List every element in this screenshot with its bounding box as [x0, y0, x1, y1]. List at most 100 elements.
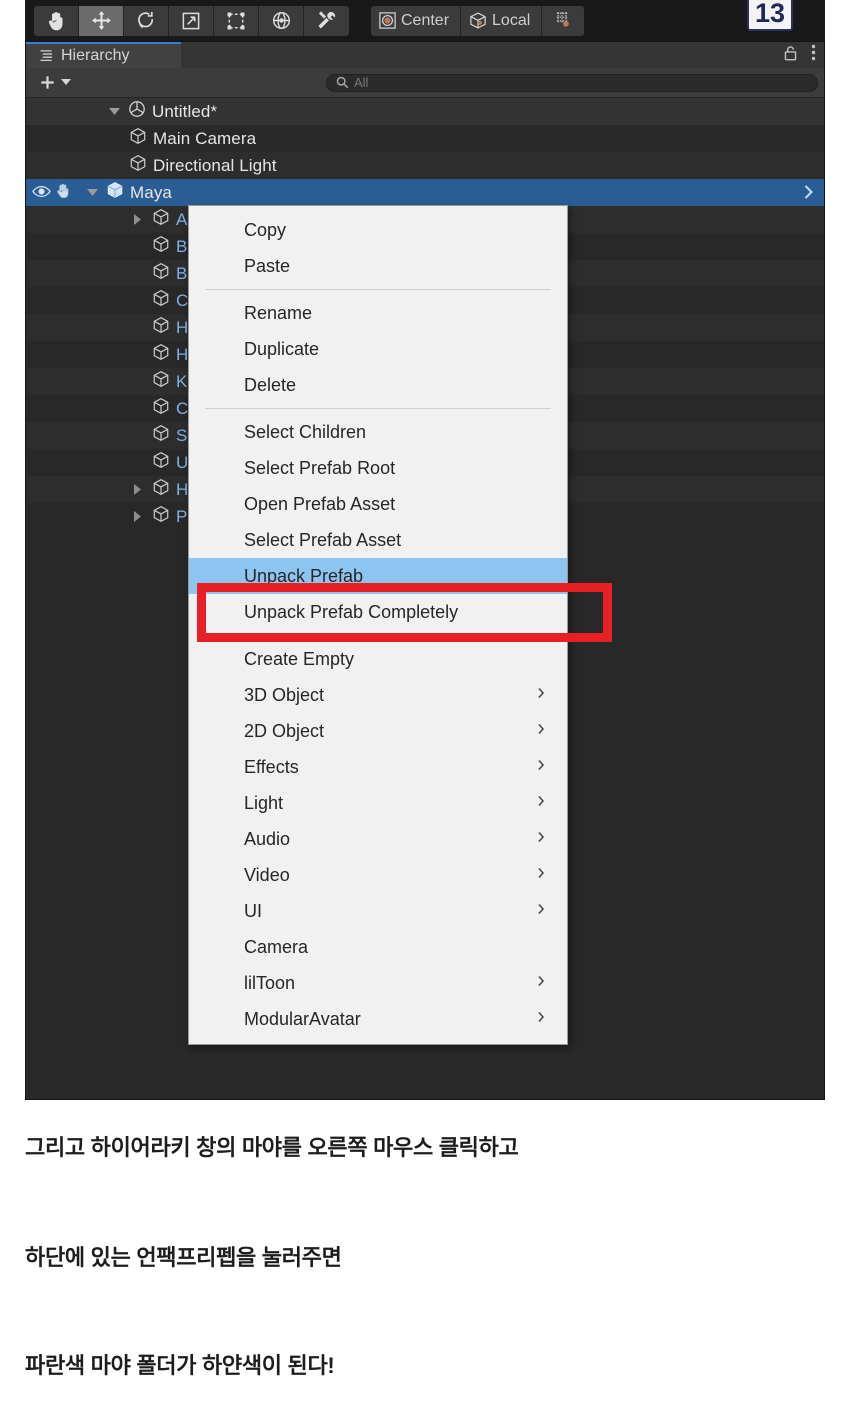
expand-triangle[interactable] [130, 511, 146, 522]
gameobject-icon [152, 343, 170, 366]
menu-item-label: Create Empty [244, 648, 355, 669]
caption-line-2: 하단에 있는 언팩프리펩을 눌러주면 [25, 1245, 342, 1270]
tab-hierarchy-label: Hierarchy [61, 47, 130, 64]
gameobject-icon [152, 424, 170, 447]
menu-item-create-empty[interactable]: Create Empty [189, 641, 567, 677]
menu-separator [205, 408, 551, 409]
transform-tool-button[interactable] [259, 5, 304, 36]
submenu-chevron-icon [537, 1010, 545, 1028]
menu-item-delete[interactable]: Delete [189, 367, 567, 403]
hierarchy-row-label: K [176, 371, 188, 391]
menu-item-label: Open Prefab Asset [244, 493, 396, 514]
rotate-tool-button[interactable] [124, 5, 169, 36]
hierarchy-row-label: P [176, 506, 188, 526]
menu-separator [205, 289, 551, 290]
menu-item-label: ModularAvatar [244, 1008, 361, 1029]
scale-tool-button[interactable] [169, 5, 214, 36]
menu-item-select-prefab-root[interactable]: Select Prefab Root [189, 450, 567, 486]
add-gameobject-button[interactable] [32, 73, 77, 92]
hierarchy-row-main-camera[interactable]: Main Camera [26, 125, 824, 152]
hierarchy-row-label: A [176, 209, 188, 229]
submenu-chevron-icon [537, 758, 545, 776]
hierarchy-row-label: H [176, 317, 189, 337]
menu-item-label: lilToon [244, 972, 296, 993]
hierarchy-row-maya[interactable]: Maya [26, 179, 824, 206]
hierarchy-row-label: B [176, 263, 188, 283]
gameobject-icon [152, 370, 170, 393]
move-tool-button[interactable] [79, 5, 124, 36]
menu-item-label: Select Prefab Asset [244, 529, 402, 550]
menu-item-unpack-prefab-completely[interactable]: Unpack Prefab Completely [189, 594, 567, 630]
tab-hierarchy[interactable]: Hierarchy [26, 42, 181, 68]
menu-item-label: Effects [244, 756, 299, 777]
submenu-chevron-icon [537, 974, 545, 992]
row-chevron-right-icon[interactable] [802, 184, 815, 205]
menu-item-label: UI [244, 900, 262, 921]
menu-item-select-children[interactable]: Select Children [189, 414, 567, 450]
caption-line-1: 그리고 하이어라키 창의 마야를 오른쪽 마우스 클릭하고 [25, 1135, 519, 1160]
handle-space-button[interactable]: Local [461, 5, 543, 36]
hierarchy-row-directional-light[interactable]: Directional Light [26, 152, 824, 179]
submenu-chevron-icon [537, 866, 545, 884]
menu-item-label: Select Children [244, 421, 367, 442]
menu-item-open-prefab-asset[interactable]: Open Prefab Asset [189, 486, 567, 522]
search-input[interactable]: All [326, 73, 818, 92]
expand-triangle[interactable] [130, 484, 146, 495]
scene-row[interactable]: Untitled* [26, 98, 824, 125]
menu-item-2d-object[interactable]: 2D Object [189, 713, 567, 749]
pivot-space-group: Center Local [371, 5, 585, 36]
scene-icon [128, 100, 146, 123]
rect-tool-button[interactable] [214, 5, 259, 36]
pivot-mode-button[interactable]: Center [371, 5, 462, 36]
menu-item-label: Delete [244, 374, 297, 395]
menu-item-label: Unpack Prefab [244, 565, 364, 586]
caption-line-3: 파란색 마야 폴더가 하얀색이 된다! [25, 1353, 335, 1378]
hierarchy-toolbar: All [26, 68, 824, 98]
menu-item-effects[interactable]: Effects [189, 749, 567, 785]
menu-item-modularavatar[interactable]: ModularAvatar [189, 1001, 567, 1037]
hierarchy-row-label: C [176, 398, 189, 418]
gameobject-icon [152, 208, 170, 231]
gameobject-icon [152, 262, 170, 285]
submenu-chevron-icon [537, 902, 545, 920]
menu-item-select-prefab-asset[interactable]: Select Prefab Asset [189, 522, 567, 558]
grid-snap-button[interactable] [542, 5, 585, 36]
panel-tab-row: Hierarchy [26, 42, 824, 68]
menu-item-unpack-prefab[interactable]: Unpack Prefab [189, 558, 567, 594]
menu-item-3d-object[interactable]: 3D Object [189, 677, 567, 713]
submenu-chevron-icon [537, 722, 545, 740]
menu-item-label: 2D Object [244, 720, 325, 741]
hierarchy-row-label: U [176, 452, 189, 472]
search-icon [336, 76, 349, 89]
menu-item-video[interactable]: Video [189, 857, 567, 893]
menu-item-ui[interactable]: UI [189, 893, 567, 929]
menu-item-light[interactable]: Light [189, 785, 567, 821]
menu-item-audio[interactable]: Audio [189, 821, 567, 857]
hierarchy-icon [40, 50, 53, 62]
menu-item-label: Select Prefab Root [244, 457, 396, 478]
menu-item-camera[interactable]: Camera [189, 929, 567, 965]
panel-tab-actions [783, 42, 816, 68]
context-menu[interactable]: Copy Paste Rename Duplicate Delete Select Chi… [188, 205, 568, 1045]
grid-snap-icon [557, 11, 570, 27]
gameobject-icon [152, 289, 170, 312]
menu-item-liltoon[interactable]: lilToon [189, 965, 567, 1001]
hand-tool-button[interactable] [34, 5, 79, 36]
gameobject-icon [152, 478, 170, 501]
menu-item-label: Light [244, 792, 284, 813]
custom-editor-tool-button[interactable] [304, 5, 349, 36]
kebab-menu-icon[interactable] [811, 44, 816, 66]
gameobject-icon [129, 127, 147, 150]
hierarchy-row-label: B [176, 236, 188, 256]
gameobject-icon [152, 316, 170, 339]
scene-expand-triangle[interactable] [106, 107, 122, 116]
expand-triangle[interactable] [130, 214, 146, 225]
menu-item-rename[interactable]: Rename [189, 295, 567, 331]
menu-item-duplicate[interactable]: Duplicate [189, 331, 567, 367]
lock-icon[interactable] [783, 45, 798, 66]
menu-separator [205, 635, 551, 636]
menu-item-label: Unpack Prefab Completely [244, 601, 459, 622]
menu-item-paste[interactable]: Paste [189, 248, 567, 284]
menu-item-copy[interactable]: Copy [189, 212, 567, 248]
expand-triangle[interactable] [84, 188, 100, 197]
